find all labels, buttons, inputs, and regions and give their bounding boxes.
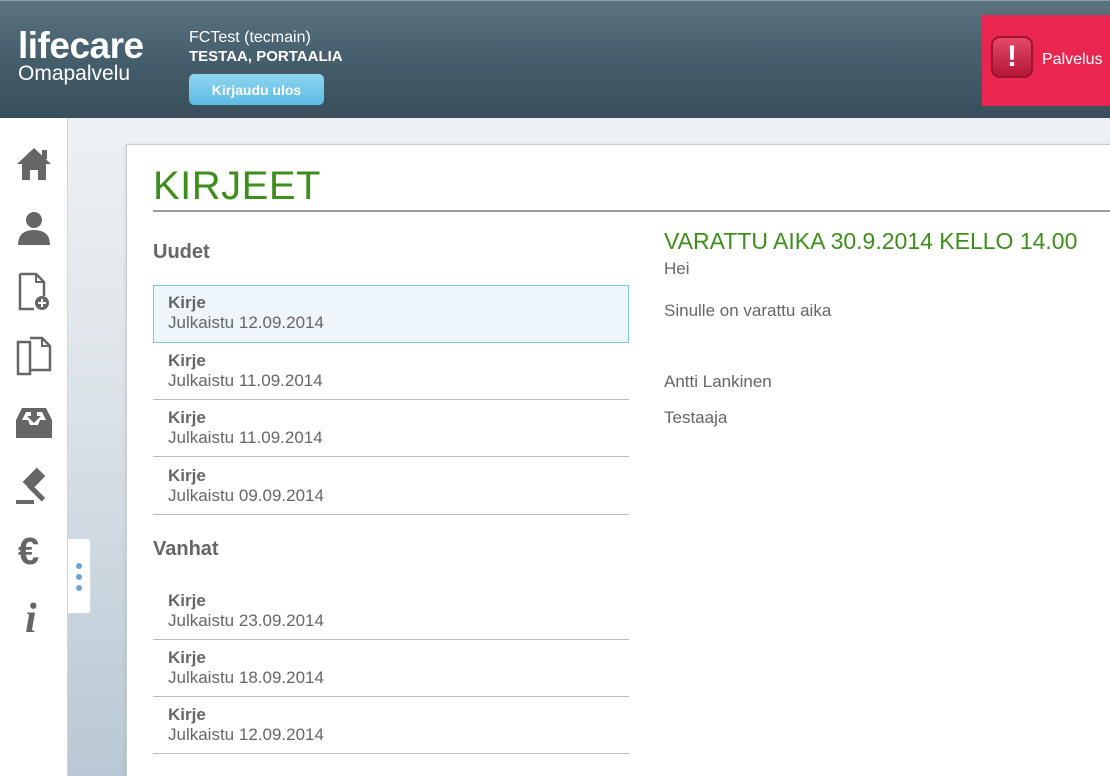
title-divider (153, 210, 1110, 212)
letter-date: Julkaistu 11.09.2014 (168, 428, 323, 447)
message-greeting: Hei (664, 259, 690, 278)
svg-text:€: € (18, 531, 39, 569)
handle-dot (76, 563, 82, 569)
handle-dot (76, 574, 82, 580)
logo-subtitle: Omapalvelu (18, 62, 131, 85)
letter-title: Kirje (168, 705, 206, 724)
letter-title: Kirje (168, 591, 206, 610)
letter-title: Kirje (168, 293, 206, 312)
message-body: Sinulle on varattu aika (664, 301, 832, 320)
letter-item[interactable]: Kirje Julkaistu 09.09.2014 (153, 458, 629, 515)
inbox-icon[interactable] (10, 398, 58, 446)
user-name: FCTest (tecmain) (189, 29, 311, 46)
letter-item[interactable]: Kirje Julkaistu 23.09.2014 (153, 583, 629, 640)
documents-icon[interactable] (10, 332, 58, 380)
sidebar-toggle-handle[interactable] (68, 538, 91, 614)
message-sender: Antti Lankinen (664, 372, 772, 391)
message-subject: VARATTU AIKA 30.9.2014 KELLO 14.00 (664, 228, 1078, 254)
letter-title: Kirje (168, 408, 206, 427)
letter-date: Julkaistu 18.09.2014 (168, 668, 324, 687)
letter-title: Kirje (168, 648, 206, 667)
logo: lifecare (18, 25, 144, 66)
letter-title: Kirje (168, 466, 206, 485)
sidebar: € i (0, 118, 68, 776)
logout-button[interactable]: Kirjaudu ulos (189, 74, 324, 105)
letter-item[interactable]: Kirje Julkaistu 11.09.2014 (153, 400, 629, 457)
letter-date: Julkaistu 12.09.2014 (168, 725, 324, 744)
new-document-icon[interactable] (10, 268, 58, 316)
user-organization: TESTAA, PORTAALIA (189, 48, 343, 65)
letter-item[interactable]: Kirje Julkaistu 12.09.2014 (153, 285, 629, 343)
old-letters-heading: Vanhat (153, 538, 219, 560)
new-letters-heading: Uudet (153, 241, 210, 263)
letter-date: Julkaistu 11.09.2014 (168, 371, 323, 390)
info-icon[interactable]: i (10, 592, 58, 640)
alert-icon: ! (991, 36, 1033, 78)
letter-date: Julkaistu 12.09.2014 (168, 313, 324, 332)
handle-dot (76, 585, 82, 591)
letter-date: Julkaistu 23.09.2014 (168, 611, 324, 630)
letter-item[interactable]: Kirje Julkaistu 18.09.2014 (153, 640, 629, 697)
user-icon[interactable] (10, 204, 58, 252)
euro-icon[interactable]: € (10, 526, 58, 574)
letter-date: Julkaistu 09.09.2014 (168, 486, 324, 505)
svg-text:i: i (25, 596, 37, 636)
letter-item[interactable]: Kirje Julkaistu 11.09.2014 (153, 343, 629, 400)
message-sender-role: Testaaja (664, 408, 728, 427)
header: lifecare Omapalvelu FCTest (tecmain) TES… (0, 0, 1110, 118)
gavel-icon[interactable] (10, 462, 58, 510)
service-label: Palvelus (1042, 51, 1103, 68)
letter-item[interactable]: Kirje Julkaistu 12.09.2014 (153, 697, 629, 754)
letter-title: Kirje (168, 351, 206, 370)
home-icon[interactable] (10, 140, 58, 188)
page-title: KIRJEET (153, 164, 321, 208)
service-alert-panel[interactable]: ! Palvelus (982, 15, 1110, 106)
